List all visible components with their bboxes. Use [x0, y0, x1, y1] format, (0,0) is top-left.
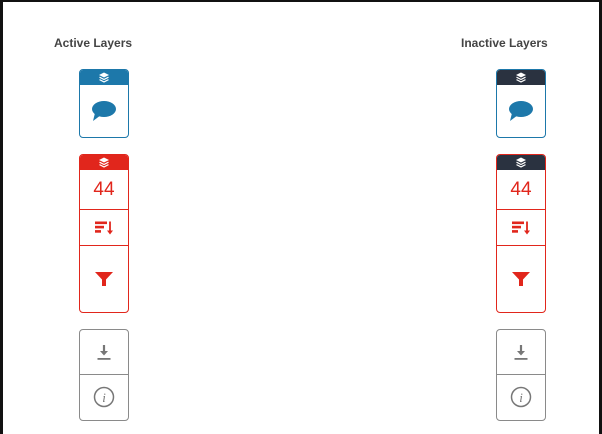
inactive-tools-group: i	[496, 329, 546, 421]
layers-icon	[99, 157, 109, 168]
download-icon	[97, 344, 111, 360]
inactive-info-button[interactable]: i	[497, 374, 545, 419]
comment-icon	[92, 100, 116, 121]
inactive-layer-toggle[interactable]	[497, 70, 545, 85]
active-count-value: 44	[93, 178, 115, 200]
svg-text:i: i	[102, 390, 106, 405]
svg-text:i: i	[519, 390, 523, 405]
comment-icon	[509, 100, 533, 121]
layers-icon	[516, 157, 526, 168]
inactive-layers-heading: Inactive Layers	[461, 36, 548, 50]
active-sort-button[interactable]	[80, 209, 128, 245]
filter-icon	[95, 271, 113, 286]
download-icon	[514, 344, 528, 360]
filter-icon	[512, 271, 530, 286]
inactive-filter-button[interactable]	[497, 245, 545, 311]
active-comments-button[interactable]	[80, 85, 128, 136]
info-icon: i	[93, 386, 115, 408]
active-layers-heading: Active Layers	[54, 36, 133, 50]
active-count-badge[interactable]: 44	[80, 170, 128, 209]
layers-icon	[99, 72, 109, 83]
active-filter-button[interactable]	[80, 245, 128, 311]
active-download-button[interactable]	[80, 330, 128, 374]
layers-icon	[516, 72, 526, 83]
sort-icon	[95, 221, 113, 234]
inactive-comments-button[interactable]	[497, 85, 545, 136]
active-count-layer-toggle[interactable]	[80, 155, 128, 170]
active-count-layer-group: 44	[79, 154, 129, 313]
sort-icon	[512, 221, 530, 234]
active-info-button[interactable]: i	[80, 374, 128, 419]
inactive-download-button[interactable]	[497, 330, 545, 374]
info-icon: i	[510, 386, 532, 408]
inactive-count-value: 44	[510, 178, 532, 200]
inactive-count-badge[interactable]: 44	[497, 170, 545, 209]
active-tools-group: i	[79, 329, 129, 421]
inactive-sort-button[interactable]	[497, 209, 545, 245]
active-comments-layer-group	[79, 69, 129, 138]
inactive-count-layer-group: 44	[496, 154, 546, 313]
active-layer-toggle[interactable]	[80, 70, 128, 85]
inactive-count-layer-toggle[interactable]	[497, 155, 545, 170]
inactive-comments-layer-group	[496, 69, 546, 138]
